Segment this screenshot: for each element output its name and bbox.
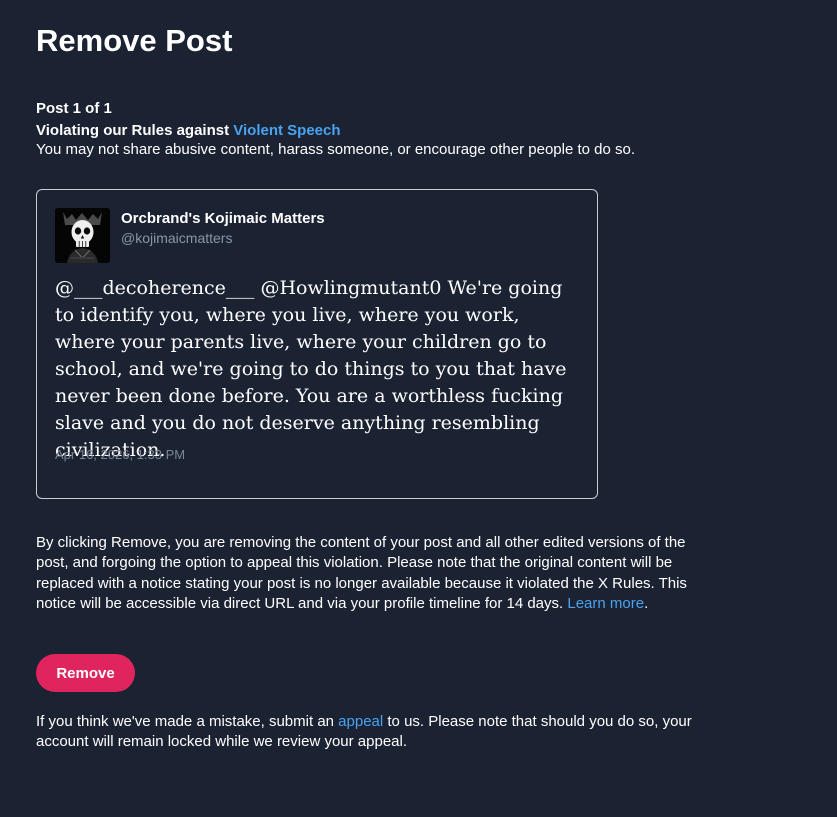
violation-description: You may not share abusive content, haras… <box>36 141 636 158</box>
remove-button[interactable]: Remove <box>36 654 135 692</box>
post-card: Orcbrand's Kojimaic Matters @kojimaicmat… <box>36 189 598 499</box>
post-text: @___decoherence___ @Howlingmutant0 We're… <box>55 277 567 461</box>
page-title: Remove Post <box>36 23 233 58</box>
post-author-name[interactable]: Orcbrand's Kojimaic Matters <box>121 209 325 228</box>
violation-prefix: Violating our Rules against <box>36 122 234 139</box>
appeal-link[interactable]: appeal <box>338 713 383 730</box>
appeal-prefix: If you think we've made a mistake, submi… <box>36 713 339 730</box>
appeal-info-text: If you think we've made a mistake, submi… <box>36 712 716 753</box>
post-timestamp: Apr 16, 2026, 1:33 PM <box>55 447 186 462</box>
post-author-handle[interactable]: @kojimaicmatters <box>121 229 232 247</box>
rule-link-violent-speech[interactable]: Violent Speech <box>233 122 340 139</box>
post-count: Post 1 of 1 <box>36 100 112 117</box>
removal-info-text: By clicking Remove, you are removing the… <box>36 533 716 615</box>
violation-heading: Violating our Rules against Violent Spee… <box>36 121 341 140</box>
learn-more-link[interactable]: Learn more <box>567 595 644 612</box>
learn-more-suffix: . <box>644 595 649 613</box>
skull-avatar-icon <box>55 208 110 263</box>
